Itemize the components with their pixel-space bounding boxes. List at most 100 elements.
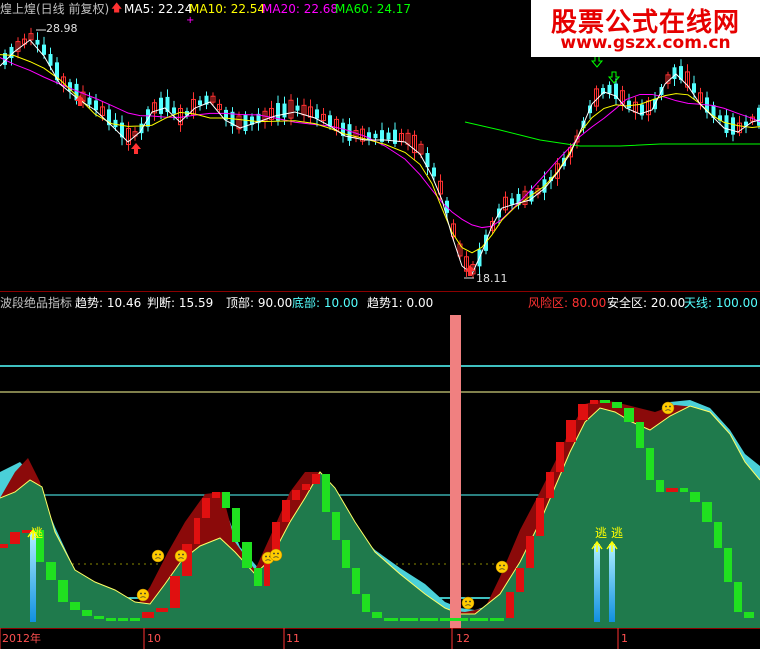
ma10-line: [0, 54, 760, 254]
trend-bar: [232, 508, 240, 542]
trend-bar: [578, 404, 588, 420]
smiley-icon: [269, 548, 283, 562]
trend-bar: [744, 612, 754, 618]
trend-bar: [680, 488, 688, 492]
cursor-bar: [450, 315, 461, 628]
indicator-name: 波段绝品指标: [0, 296, 73, 310]
trend-bar: [130, 618, 140, 621]
safe-zone-label: 安全区: 20.00: [607, 296, 686, 310]
smiley-eye: [273, 552, 275, 555]
trend-bar: [506, 592, 514, 618]
ma60-line: [464, 121, 760, 147]
trend-bar: [342, 540, 350, 568]
ma60-label: MA60: 24.17: [335, 2, 412, 16]
candle-body: [607, 84, 612, 94]
trend-bar: [142, 612, 154, 618]
trend-bar: [420, 618, 438, 621]
smiley-icon: [136, 588, 150, 602]
candle-body: [198, 100, 202, 106]
smiley-eye: [178, 553, 180, 556]
trend-bar: [526, 536, 534, 568]
high-price-label: 28.98: [46, 22, 78, 35]
escape-label: 逃: [595, 526, 608, 540]
trend-bar: [566, 420, 576, 442]
trend-bar: [46, 562, 56, 580]
trend-bar: [724, 548, 732, 582]
smiley-icon: [151, 549, 165, 563]
candle-body: [731, 117, 735, 135]
smiley-eye: [665, 405, 667, 408]
trend-bar: [212, 492, 220, 498]
trend-bar: [82, 610, 92, 616]
trend-bar: [546, 472, 554, 498]
green-down-arrow-icon: [607, 71, 621, 84]
smiley-eye: [159, 553, 161, 556]
candle-body: [172, 107, 176, 114]
trend-bar: [714, 522, 722, 548]
candle-body: [386, 132, 391, 140]
smiley-icon: [174, 549, 188, 563]
candle-body: [347, 124, 352, 141]
stock-chart-window: 煌上煌(日线 前复权) 🡅 MA5: 22.24 MA10: 22.54 MA2…: [0, 0, 760, 649]
smiley-icon: [461, 596, 475, 610]
trend-bar: [352, 568, 360, 594]
smiley-eye: [140, 592, 142, 595]
trend-bar: [70, 602, 80, 610]
trend-bar: [312, 474, 320, 484]
plus-mark: +: [186, 15, 195, 26]
candle-body: [243, 114, 248, 132]
trend-bar: [58, 580, 68, 602]
axis-label-jan: 1: [621, 632, 628, 645]
green-area: [0, 406, 760, 628]
smiley-eye: [465, 600, 467, 603]
ma5-line: [0, 39, 760, 275]
red-up-arrow-icon: [131, 143, 141, 154]
trend-bar: [656, 480, 664, 492]
axis-label-nov: 11: [286, 632, 300, 645]
trend-bar: [556, 442, 564, 472]
judge-label: 判断: 15.59: [147, 296, 214, 310]
candle-body: [282, 103, 287, 118]
low-price-label: 18.11: [476, 272, 508, 285]
trend-bar: [0, 544, 8, 548]
trend-bar: [10, 532, 20, 544]
candle-body: [295, 105, 300, 111]
trend-bar: [590, 400, 598, 404]
smiley-icon: [495, 560, 509, 574]
trend-bar: [254, 568, 262, 586]
trend-bar: [440, 618, 468, 621]
trend-bar: [362, 594, 370, 612]
trend-bar: [734, 582, 742, 612]
smiley-eye: [144, 592, 146, 595]
candle-body: [724, 115, 729, 133]
candle-body: [94, 100, 98, 111]
bottom-label: 底部: 10.00: [292, 296, 359, 310]
risk-zone-label: 风险区: 80.00: [528, 296, 607, 310]
candle-body: [393, 129, 397, 144]
trend-label: 趋势: 10.46: [75, 296, 142, 310]
trend1-label: 趋势1: 0.00: [367, 296, 434, 310]
escape-spike: [30, 532, 36, 622]
escape-spike: [594, 544, 600, 622]
trend-bar: [600, 400, 610, 403]
trend-bar: [470, 618, 488, 621]
trend-bar: [322, 474, 330, 512]
watermark-url: www.gszx.com.cn: [560, 33, 731, 53]
candle-body: [87, 97, 92, 105]
trend-bar: [702, 502, 712, 522]
smiley-eye: [499, 564, 501, 567]
trend-bar: [536, 498, 544, 536]
smiley-eye: [265, 555, 267, 558]
candle-body: [692, 83, 696, 93]
candle-body: [510, 198, 514, 205]
indicator-chart[interactable]: [0, 312, 760, 628]
axis-label-year: 2012年: [2, 632, 41, 645]
trend-bar: [666, 488, 678, 492]
candle-body: [42, 44, 46, 55]
trend-bar: [222, 492, 230, 508]
trend-bar: [490, 618, 504, 621]
smiley-eye: [503, 564, 505, 567]
trend-bar: [118, 618, 128, 621]
trend-bar: [372, 612, 382, 618]
ma20-label: MA20: 22.68: [262, 2, 339, 16]
